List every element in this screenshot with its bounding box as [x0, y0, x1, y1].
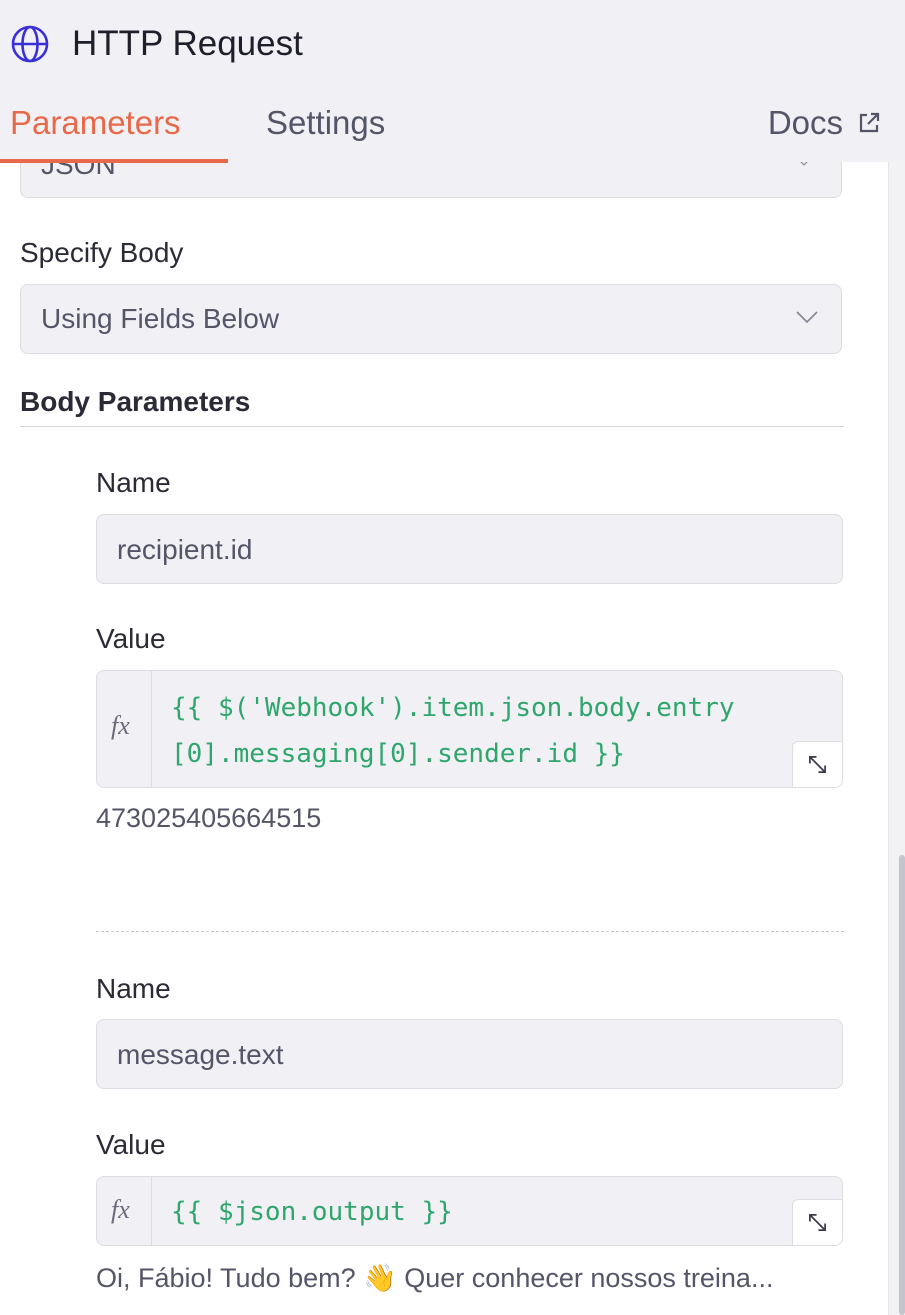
- param-name-value: recipient.id: [117, 534, 253, 565]
- specify-body-value: Using Fields Below: [41, 303, 280, 334]
- param-name-value: message.text: [117, 1039, 284, 1070]
- specify-body-select[interactable]: Using Fields Below: [20, 284, 842, 354]
- expression-code[interactable]: {{ $('Webhook').item.json.body.entry [0].…: [171, 685, 811, 777]
- param-name-input[interactable]: message.text: [96, 1019, 843, 1089]
- section-divider: [20, 426, 844, 427]
- docs-link[interactable]: Docs: [768, 104, 881, 142]
- expression-result-preview: 473025405664515: [96, 803, 322, 833]
- param-name-input[interactable]: recipient.id: [96, 514, 843, 584]
- code-line: {{ $json.output }}: [171, 1197, 453, 1227]
- fx-indicator: fx: [97, 1177, 152, 1245]
- fx-icon: fx: [111, 1195, 130, 1224]
- body-parameters-title: Body Parameters: [20, 386, 251, 417]
- param-value-expression[interactable]: fx {{ $json.output }}: [96, 1176, 843, 1246]
- title-row: HTTP Request: [10, 24, 303, 64]
- param-name-label: Name: [96, 973, 171, 1004]
- code-line: {{ $('Webhook').item.json.body.entry: [171, 693, 735, 723]
- param-value-expression[interactable]: fx {{ $('Webhook').item.json.body.entry […: [96, 670, 843, 788]
- active-tab-indicator: [0, 159, 228, 163]
- expression-result-preview: Oi, Fábio! Tudo bem? 👋 Quer conhecer nos…: [96, 1263, 774, 1293]
- expand-editor-button[interactable]: [792, 741, 842, 787]
- tab-settings[interactable]: Settings: [266, 104, 385, 142]
- chevron-down-icon: [796, 311, 818, 324]
- docs-label: Docs: [767, 104, 843, 141]
- expand-icon: [809, 1214, 826, 1231]
- expression-code[interactable]: {{ $json.output }}: [171, 1189, 811, 1235]
- expand-icon: [809, 756, 826, 773]
- scrollbar-thumb[interactable]: [899, 855, 905, 1315]
- node-title: HTTP Request: [72, 24, 303, 63]
- code-line: [0].messaging[0].sender.id }}: [171, 739, 625, 769]
- expand-editor-button[interactable]: [792, 1199, 842, 1245]
- param-value-label: Value: [96, 623, 166, 654]
- param-name-label: Name: [96, 467, 171, 498]
- fx-indicator: fx: [97, 671, 152, 787]
- tab-parameters[interactable]: Parameters: [10, 104, 181, 142]
- fx-icon: fx: [111, 711, 130, 740]
- globe-icon: [11, 25, 49, 63]
- specify-body-label: Specify Body: [20, 237, 184, 268]
- node-header: HTTP Request Parameters Settings Docs: [0, 0, 905, 163]
- external-link-icon: [859, 112, 880, 133]
- parameter-divider: [96, 931, 844, 932]
- param-value-label: Value: [96, 1129, 166, 1160]
